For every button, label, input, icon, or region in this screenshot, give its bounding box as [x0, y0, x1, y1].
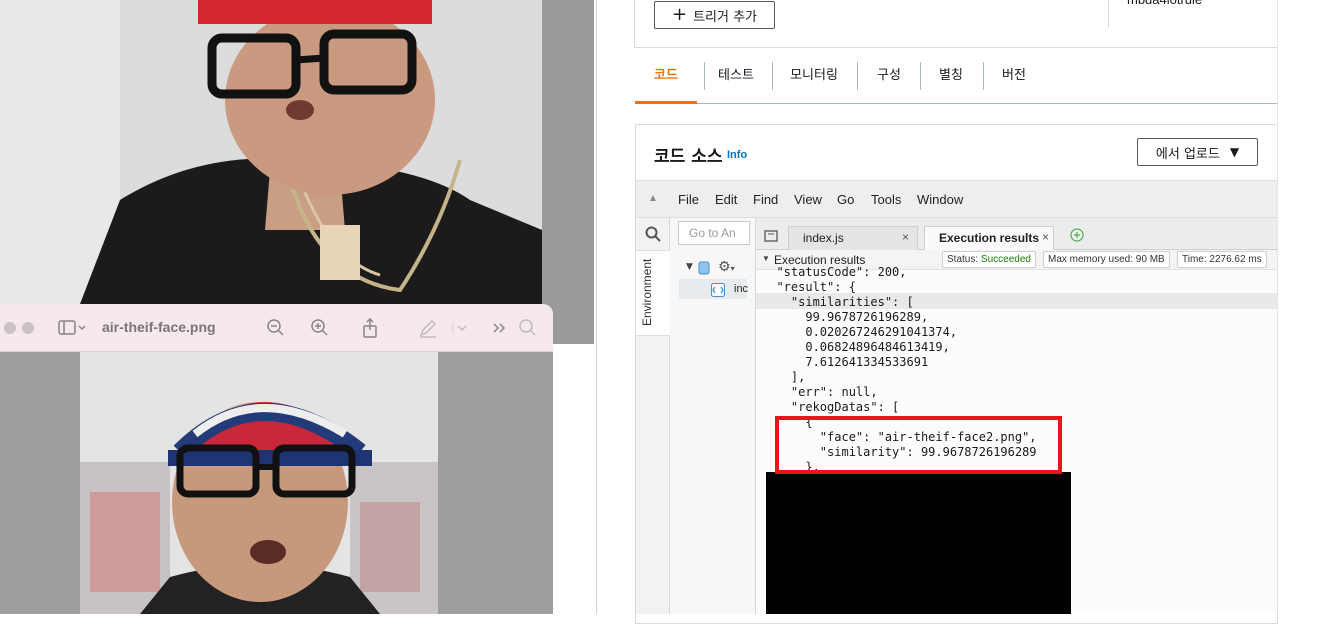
code-line: 99.9678726196289,	[762, 310, 929, 324]
menu-window[interactable]: Window	[917, 192, 963, 207]
zoom-out-icon[interactable]	[266, 318, 286, 338]
chevron-down-icon[interactable]	[452, 318, 472, 338]
info-link[interactable]: Info	[727, 149, 747, 161]
tab-monitoring[interactable]: 모니터링	[775, 60, 853, 104]
close-icon[interactable]: ×	[1041, 230, 1049, 244]
code-line: "similarities": [	[762, 295, 914, 309]
code-line: ],	[762, 370, 806, 384]
tab-divider	[772, 62, 773, 90]
person-photo-bottom	[80, 352, 438, 614]
share-icon[interactable]	[360, 317, 380, 338]
code-line: "err": null,	[762, 385, 878, 399]
divider	[1277, 0, 1278, 614]
menu-edit[interactable]: Edit	[715, 192, 737, 207]
code-line: "rekogDatas": [	[762, 400, 900, 414]
window-close-button[interactable]	[4, 322, 16, 334]
function-name: mbda4lotrule	[1127, 0, 1202, 7]
code-line: 0.06824896484613419,	[762, 340, 950, 354]
tab-divider	[920, 62, 921, 90]
redaction-block	[766, 472, 1071, 614]
gear-icon[interactable]: ⚙▾	[718, 259, 735, 275]
window-minimize-button[interactable]	[22, 322, 34, 334]
preview-filename: air-theif-face.png	[102, 319, 216, 335]
ide-menu-bar: ▲ File Edit Find View Go Tools Window	[636, 180, 1277, 218]
upload-from-button[interactable]: 에서 업로드 ▼	[1137, 138, 1258, 166]
file-tree: ▼ ⚙▾ inc	[670, 218, 756, 614]
search-icon[interactable]	[518, 318, 538, 338]
tab-test[interactable]: 테스트	[705, 60, 767, 104]
code-line: "result": {	[762, 280, 856, 294]
search-icon[interactable]	[645, 226, 661, 246]
preview-toolbar: air-theif-face.png	[0, 304, 553, 352]
code-source-title: 코드 소스	[654, 147, 723, 167]
close-icon[interactable]: ×	[902, 230, 909, 244]
code-line: 0.020267246291041374,	[762, 325, 958, 339]
editor-tab-label: Execution results	[939, 231, 1040, 245]
code-line: 7.612641334533691	[762, 355, 929, 369]
menu-go[interactable]: Go	[837, 192, 854, 207]
tab-list-icon[interactable]	[764, 227, 778, 246]
tab-aliases[interactable]: 별칭	[923, 60, 979, 104]
preview-window: air-theif-face.png	[0, 304, 553, 614]
tab-configuration[interactable]: 구성	[861, 60, 917, 104]
menu-find[interactable]: Find	[753, 192, 778, 207]
status-value: Succeeded	[980, 254, 1031, 265]
plus-icon: +	[671, 4, 688, 25]
tab-divider	[857, 62, 858, 90]
preview-image	[80, 352, 438, 614]
caret-down-icon: ▼	[1229, 145, 1240, 159]
add-tab-icon[interactable]	[1070, 227, 1084, 246]
editor-tab-index[interactable]: index.js ×	[788, 226, 918, 250]
tab-divider	[983, 62, 984, 90]
function-tabs: 코드 테스트 모니터링 구성 별칭 버전	[635, 60, 1278, 104]
add-trigger-label: 트리거 추가	[693, 9, 758, 25]
status-label: Status:	[947, 254, 979, 265]
person-photo-top	[0, 0, 542, 304]
editor-tab-execution-results[interactable]: Execution results ×	[924, 226, 1054, 250]
environment-label[interactable]: Environment	[640, 259, 654, 326]
collapse-caret-icon[interactable]: ▼	[762, 254, 770, 263]
tab-code[interactable]: 코드	[635, 60, 697, 104]
menu-view[interactable]: View	[794, 192, 822, 207]
more-tools-icon[interactable]	[490, 318, 510, 338]
divider	[1108, 0, 1109, 28]
tree-item-label[interactable]: inc	[734, 283, 748, 295]
editor-tab-bar: index.js × Execution results ×	[756, 218, 1277, 250]
menu-file[interactable]: File	[678, 192, 699, 207]
background-gap	[553, 344, 598, 614]
markup-pen-icon[interactable]	[418, 318, 438, 338]
add-trigger-button[interactable]: + 트리거 추가	[654, 1, 775, 29]
divider	[596, 0, 597, 614]
menu-tools[interactable]: Tools	[871, 192, 901, 207]
folder-icon	[698, 260, 710, 279]
js-file-icon	[711, 282, 725, 301]
goto-anything-input[interactable]: Go to An	[678, 221, 750, 245]
editor-tab-label: index.js	[803, 231, 844, 245]
photo-image	[0, 0, 542, 304]
zoom-in-icon[interactable]	[310, 318, 330, 338]
tab-versions[interactable]: 버전	[987, 60, 1041, 104]
sidebar-toggle-icon[interactable]	[58, 318, 86, 338]
code-line: "statusCode": 200,	[762, 265, 907, 279]
window-backdrop	[542, 0, 594, 344]
upload-from-label: 에서 업로드	[1155, 146, 1220, 162]
expand-caret-icon[interactable]: ▼	[686, 262, 693, 272]
annotation-highlight-box	[775, 416, 1062, 474]
collapse-caret-icon[interactable]: ▲	[648, 193, 658, 204]
